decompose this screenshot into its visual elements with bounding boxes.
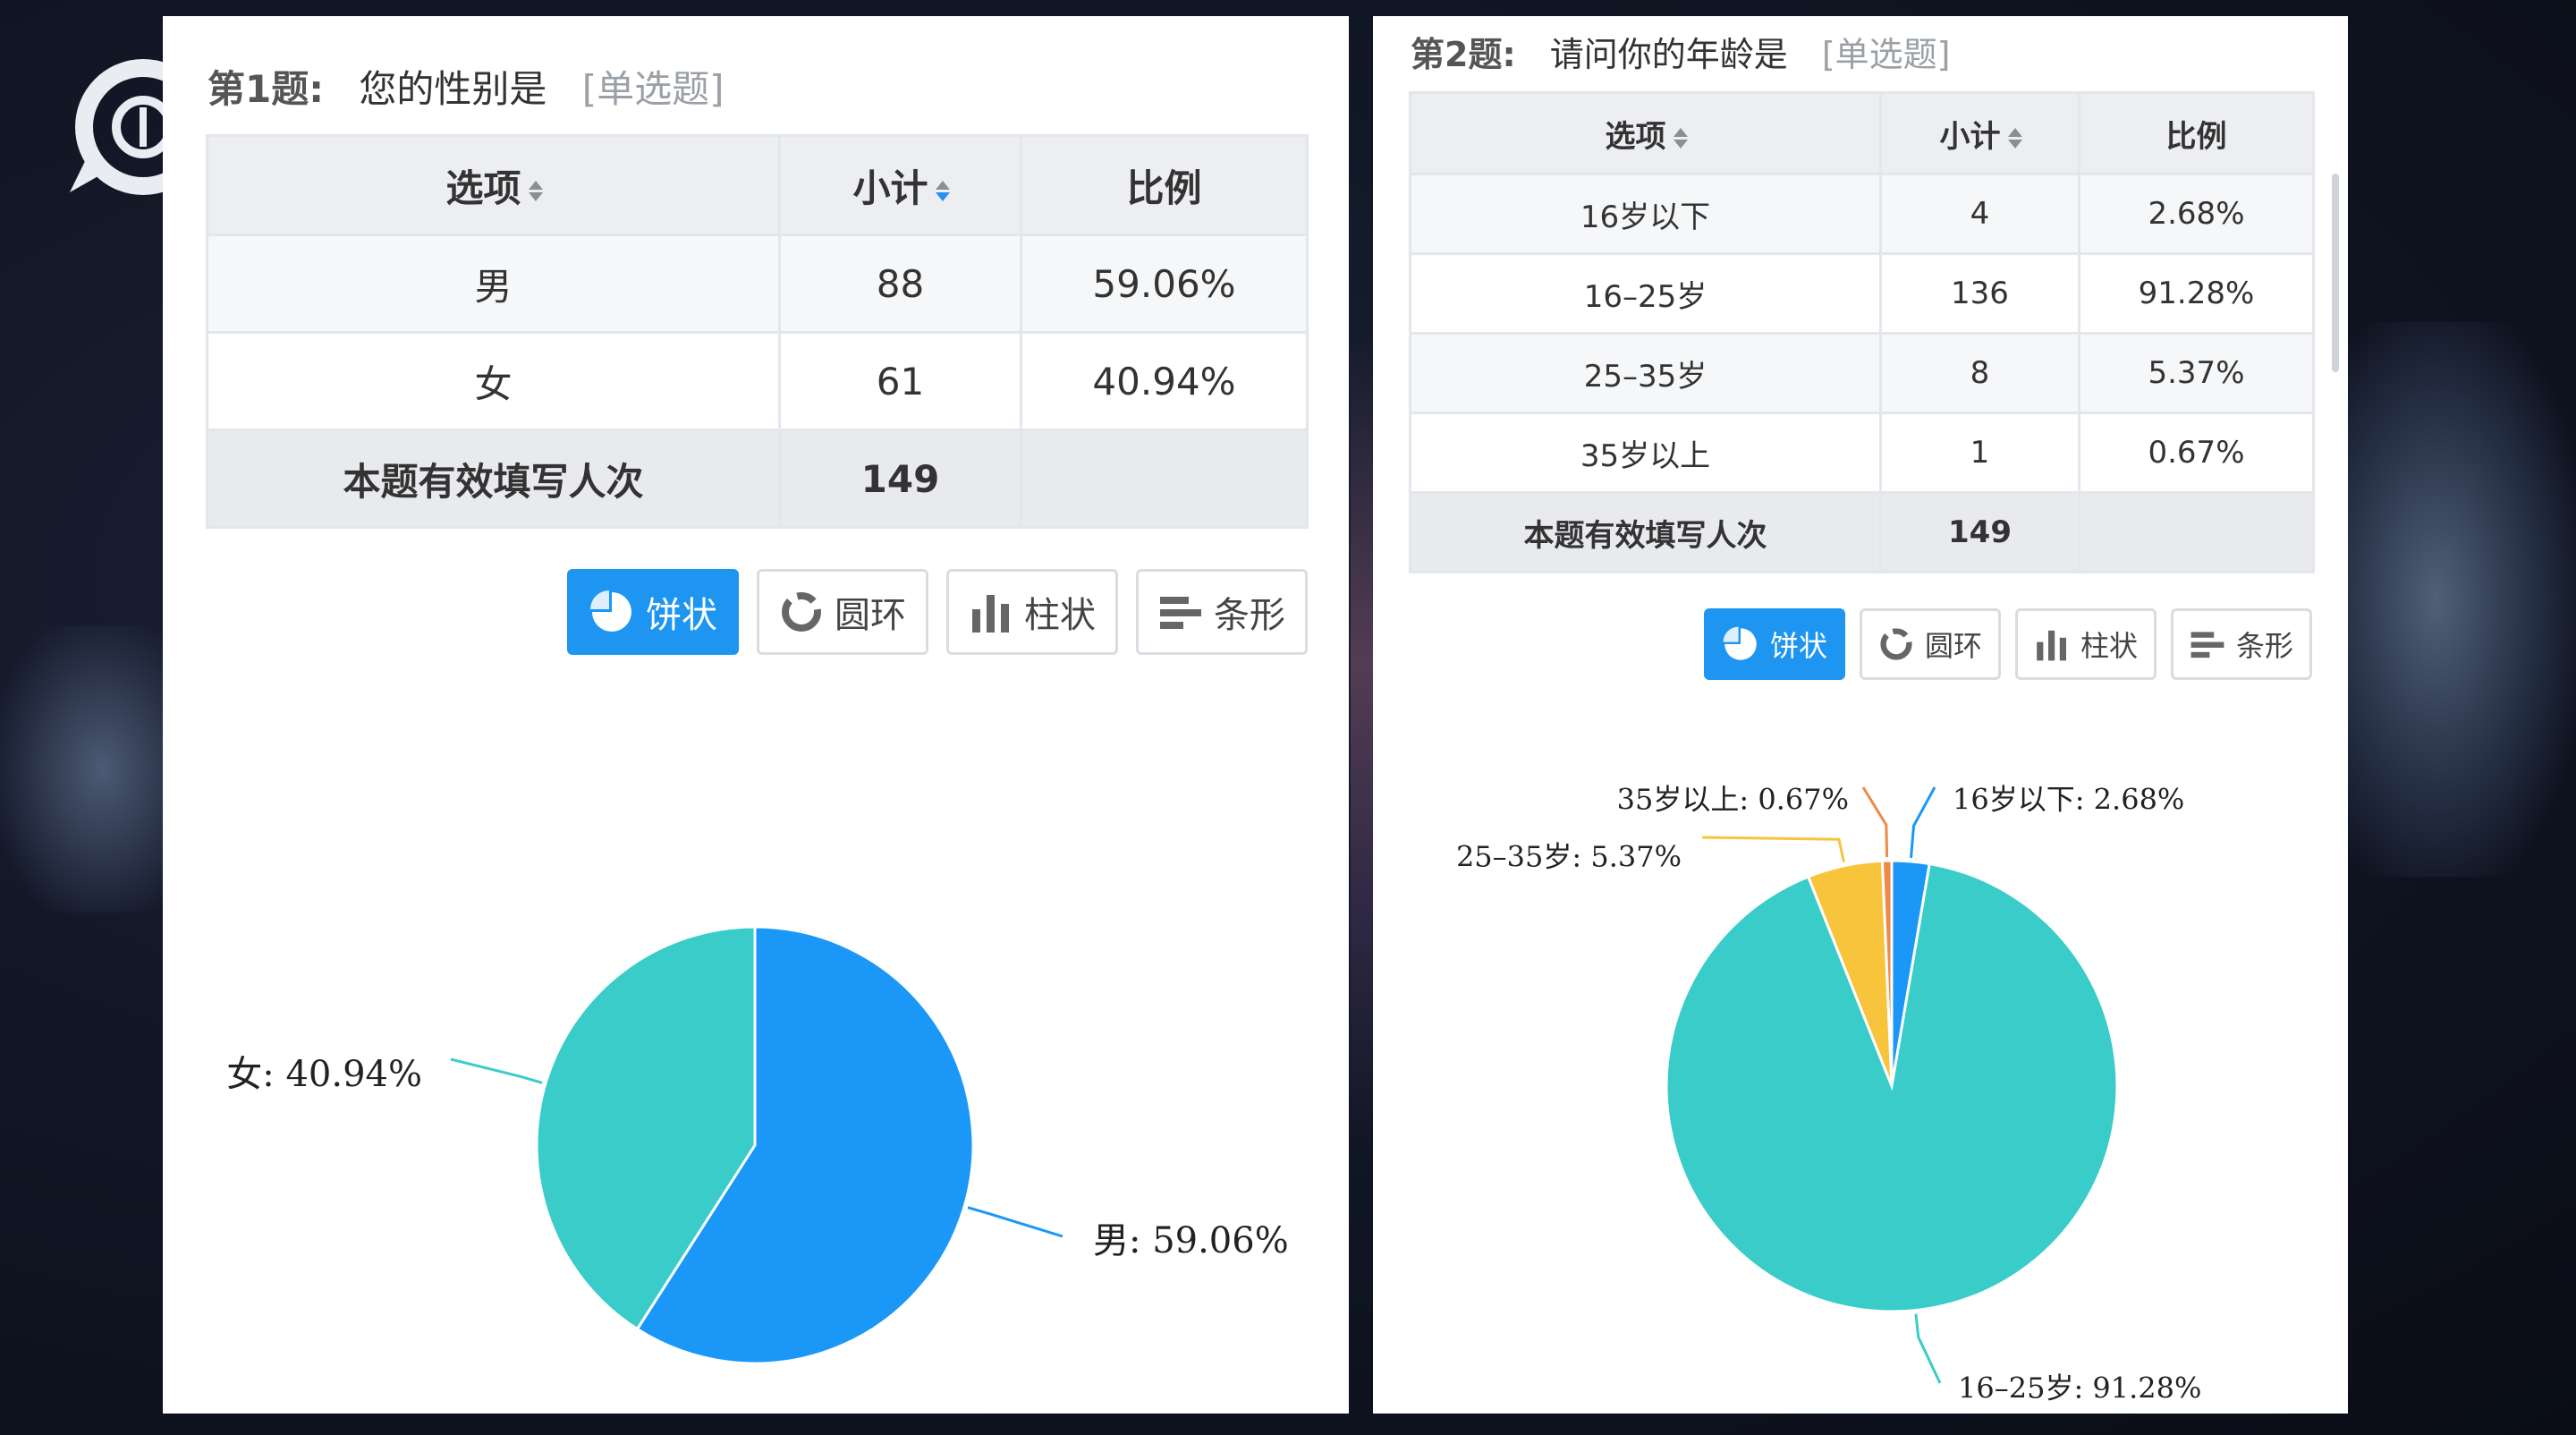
label-leader-line <box>450 1057 543 1084</box>
question-1-panel: 第1题: 您的性别是 [单选题] 选项 小计 比例 男 88 59.06% 女 … <box>163 16 1349 1414</box>
slice-label: 16岁以下: 2.68% <box>1953 783 2184 817</box>
slice-label: 男: 59.06% <box>1093 1220 1289 1261</box>
label-leader-line <box>1861 786 1889 858</box>
age-pie-chart: 16岁以下: 2.68% 16–25岁: 91.28% 25–35岁: 5.37% 3… <box>1456 783 2201 1405</box>
label-leader-line <box>1914 1313 1942 1384</box>
label-leader-line <box>967 1206 1063 1238</box>
background-glow-right <box>2343 322 2576 877</box>
gender-pie-chart: 男: 59.06% 女: 40.94% <box>226 925 1289 1365</box>
slice-label: 女: 40.94% <box>226 1054 422 1095</box>
slice-label: 16–25岁: 91.28% <box>1958 1371 2201 1405</box>
slice-label: 25–35岁: 5.37% <box>1456 840 1682 874</box>
slice-label: 35岁以上: 0.67% <box>1617 783 1849 817</box>
question-2-panel: 第2题: 请问你的年龄是 [单选题] 选项 小计 比例 16岁以下 4 2.68… <box>1373 16 2348 1414</box>
label-leader-line <box>1910 786 1936 859</box>
background-glow-left <box>0 626 170 913</box>
label-leader-line <box>1701 836 1845 862</box>
